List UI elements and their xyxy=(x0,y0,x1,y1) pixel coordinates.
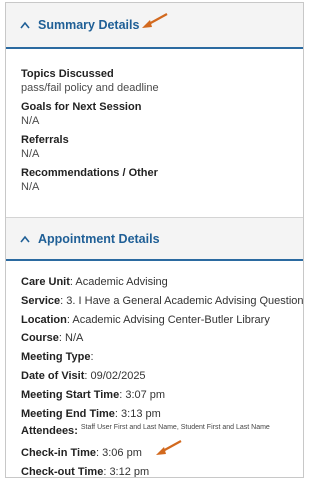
service-value: 3. I Have a General Academic Advising Qu… xyxy=(66,294,304,307)
summary-details-toggle[interactable]: Summary Details xyxy=(20,3,139,47)
check-out-label: Check-out Time xyxy=(21,466,104,478)
chevron-up-icon xyxy=(20,21,30,29)
attendees-label-text: Attendees xyxy=(21,425,75,438)
appointment-details-title: Appointment Details xyxy=(38,231,160,246)
meeting-end-value: 3:13 pm xyxy=(121,407,161,420)
location-value: Academic Advising Center-Butler Library xyxy=(72,313,270,326)
appointment-report-panel: Summary Details Topics Discussed pass/fa… xyxy=(5,2,304,478)
meeting-end-row: Meeting End Time: 3:13 pm xyxy=(21,407,161,420)
location-row: Location: Academic Advising Center-Butle… xyxy=(21,313,270,326)
course-row: Course: N/A xyxy=(21,332,84,345)
location-label: Location xyxy=(21,313,67,326)
care-unit-row: Care Unit: Academic Advising xyxy=(21,276,168,288)
service-row: Service: 3. I Have a General Academic Ad… xyxy=(21,294,304,307)
meeting-start-label: Meeting Start Time xyxy=(21,388,120,401)
appointment-details-toggle[interactable]: Appointment Details xyxy=(20,218,160,259)
meeting-end-label: Meeting End Time xyxy=(21,407,115,420)
course-value: N/A xyxy=(65,332,84,345)
check-in-row: Check-in Time: 3:06 pm xyxy=(21,447,142,460)
summary-field: Topics Discussed pass/fail policy and de… xyxy=(21,67,296,95)
topics-discussed-value: pass/fail policy and deadline xyxy=(21,82,159,94)
goals-next-session-value: N/A xyxy=(21,115,40,127)
annotation-arrow-icon xyxy=(142,13,168,28)
course-label: Course xyxy=(21,332,59,345)
check-in-label: Check-in Time xyxy=(21,447,96,460)
check-in-value: 3:06 pm xyxy=(102,447,142,460)
attendees-value: Staff User First and Last Name, Student … xyxy=(80,424,270,432)
date-of-visit-label: Date of Visit xyxy=(21,369,85,382)
appointment-details-header: Appointment Details xyxy=(6,217,303,455)
summary-details-title: Summary Details xyxy=(38,18,140,32)
meeting-type-row: Meeting Type: xyxy=(21,351,94,364)
summary-details-body: Topics Discussed pass/fail policy and de… xyxy=(21,67,296,199)
service-label: Service xyxy=(21,294,61,307)
appointment-details-body: Care Unit: Academic Advising Service: 3.… xyxy=(21,273,304,478)
summary-field: Recommendations / Other N/A xyxy=(21,166,296,194)
meeting-type-label: Meeting Type xyxy=(21,351,91,364)
attendees-row: Attendees: Staff User First and Last Nam… xyxy=(21,424,303,444)
recommendations-label: Recommendations / Other xyxy=(21,167,158,179)
goals-next-session-label: Goals for Next Session xyxy=(21,101,142,113)
summary-details-header: Summary Details xyxy=(6,3,303,49)
summary-field: Referrals N/A xyxy=(21,133,296,161)
referrals-label: Referrals xyxy=(21,134,69,146)
care-unit-value: Academic Advising xyxy=(75,276,168,288)
date-of-visit-value: 09/02/2025 xyxy=(90,369,146,382)
topics-discussed-label: Topics Discussed xyxy=(21,68,114,80)
meeting-start-row: Meeting Start Time: 3:07 pm xyxy=(21,388,166,401)
meeting-start-value: 3:07 pm xyxy=(125,388,166,401)
check-out-row: Check-out Time: 3:12 pm xyxy=(21,466,150,478)
care-unit-label: Care Unit xyxy=(21,276,70,288)
referrals-value: N/A xyxy=(21,148,40,160)
date-of-visit-row: Date of Visit: 09/02/2025 xyxy=(21,369,146,382)
chevron-up-icon xyxy=(20,235,30,242)
recommendations-value: N/A xyxy=(21,181,40,193)
summary-field: Goals for Next Session N/A xyxy=(21,100,296,128)
attendees-label: Attendees: xyxy=(21,425,78,438)
check-out-value: 3:12 pm xyxy=(109,466,150,478)
